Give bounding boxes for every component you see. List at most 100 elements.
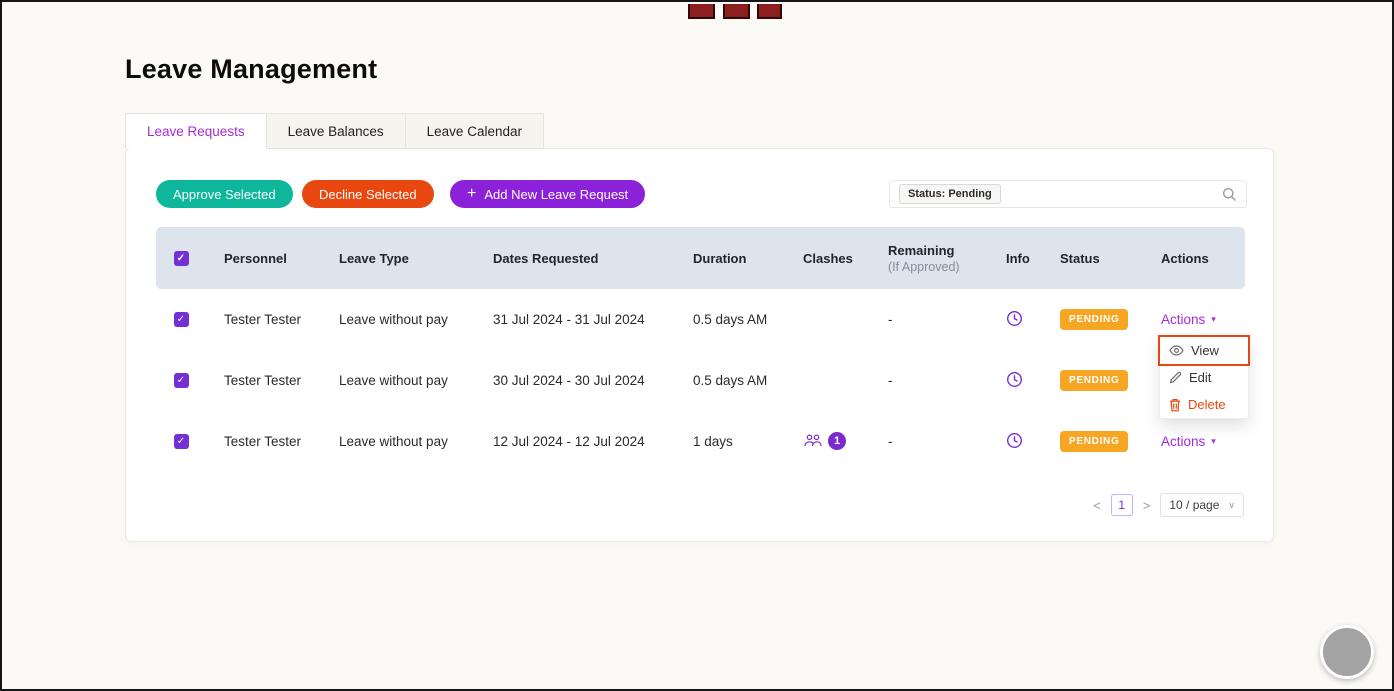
tab-leave-requests[interactable]: Leave Requests — [125, 113, 267, 149]
cell-dates: 12 Jul 2024 - 12 Jul 2024 — [475, 411, 675, 472]
info-clock-button[interactable] — [1006, 310, 1023, 327]
cell-actions: Actions ▾ — [1143, 411, 1245, 472]
menu-item-label: View — [1191, 343, 1219, 358]
decline-selected-button[interactable]: Decline Selected — [302, 180, 434, 208]
cell-status: PENDING — [1042, 350, 1143, 411]
col-header-select: ✓ — [156, 227, 206, 289]
app-window: Leave Management Leave Requests Leave Ba… — [0, 0, 1394, 691]
table-header-row: ✓ Personnel Leave Type Dates Requested D… — [156, 227, 1245, 289]
table-row: ✓ Tester Tester Leave without pay 30 Jul… — [156, 350, 1245, 411]
col-header-personnel: Personnel — [206, 227, 321, 289]
check-icon: ✓ — [177, 315, 185, 325]
chat-widget-button[interactable] — [1320, 625, 1374, 679]
browser-artifact — [757, 4, 782, 19]
status-badge: PENDING — [1060, 309, 1128, 330]
browser-artifact — [688, 4, 715, 19]
col-header-clashes: Clashes — [785, 227, 870, 289]
pagination-next[interactable]: > — [1143, 498, 1151, 513]
cell-duration: 0.5 days AM — [675, 289, 785, 350]
menu-item-delete[interactable]: Delete — [1160, 391, 1248, 418]
row-checkbox[interactable]: ✓ — [174, 373, 189, 388]
leave-requests-panel: Approve Selected Decline Selected + Add … — [125, 148, 1274, 542]
trash-icon — [1169, 398, 1181, 412]
menu-item-edit[interactable]: Edit — [1160, 364, 1248, 391]
clash-indicator[interactable]: 1 — [803, 432, 846, 450]
cell-personnel: Tester Tester — [206, 350, 321, 411]
approve-selected-button[interactable]: Approve Selected — [156, 180, 293, 208]
status-filter-chip[interactable]: Status: Pending — [899, 184, 1001, 204]
info-clock-button[interactable] — [1006, 432, 1023, 449]
cell-info — [988, 411, 1042, 472]
col-header-info: Info — [988, 227, 1042, 289]
info-clock-button[interactable] — [1006, 371, 1023, 388]
cell-info — [988, 289, 1042, 350]
col-header-status: Status — [1042, 227, 1143, 289]
cell-dates: 31 Jul 2024 - 31 Jul 2024 — [475, 289, 675, 350]
eye-icon — [1169, 345, 1184, 356]
leave-requests-table: ✓ Personnel Leave Type Dates Requested D… — [156, 227, 1245, 472]
col-header-leave-type: Leave Type — [321, 227, 475, 289]
pagination-prev[interactable]: < — [1093, 498, 1101, 513]
actions-dropdown-trigger[interactable]: Actions ▾ — [1161, 434, 1216, 449]
cell-clashes: 1 — [785, 411, 870, 472]
menu-item-view[interactable]: View — [1160, 337, 1248, 364]
page-title: Leave Management — [125, 54, 377, 85]
tab-leave-calendar[interactable]: Leave Calendar — [406, 113, 544, 149]
col-header-remaining: Remaining (If Approved) — [870, 227, 988, 289]
row-checkbox[interactable]: ✓ — [174, 434, 189, 449]
actions-dropdown-trigger[interactable]: Actions ▾ — [1161, 312, 1216, 327]
col-header-duration: Duration — [675, 227, 785, 289]
remaining-header-line1: Remaining — [888, 243, 988, 258]
clock-icon — [1006, 432, 1023, 449]
cell-select: ✓ — [156, 289, 206, 350]
row-checkbox[interactable]: ✓ — [174, 312, 189, 327]
people-icon — [803, 433, 823, 448]
menu-item-label: Delete — [1188, 397, 1226, 412]
cell-remaining: - — [870, 411, 988, 472]
search-input[interactable]: Status: Pending — [889, 180, 1247, 208]
tab-leave-balances[interactable]: Leave Balances — [267, 113, 406, 149]
page-size-select[interactable]: 10 / page ∨ — [1160, 493, 1244, 517]
chevron-down-icon: ∨ — [1228, 500, 1235, 511]
cell-status: PENDING — [1042, 289, 1143, 350]
add-button-label: Add New Leave Request — [484, 187, 628, 202]
cell-info — [988, 350, 1042, 411]
pagination-page-1[interactable]: 1 — [1111, 494, 1133, 516]
pagination: < 1 > 10 / page ∨ — [1093, 493, 1244, 517]
cell-personnel: Tester Tester — [206, 289, 321, 350]
cell-dates: 30 Jul 2024 - 30 Jul 2024 — [475, 350, 675, 411]
status-badge: PENDING — [1060, 431, 1128, 452]
search-icon — [1222, 187, 1237, 202]
cell-leave-type: Leave without pay — [321, 289, 475, 350]
cell-leave-type: Leave without pay — [321, 350, 475, 411]
clock-icon — [1006, 310, 1023, 327]
actions-label: Actions — [1161, 312, 1205, 327]
tab-bar: Leave Requests Leave Balances Leave Cale… — [125, 113, 544, 149]
check-icon: ✓ — [177, 437, 185, 447]
clash-count-badge: 1 — [828, 432, 846, 450]
cell-leave-type: Leave without pay — [321, 411, 475, 472]
check-icon: ✓ — [177, 376, 185, 386]
select-all-checkbox[interactable]: ✓ — [174, 251, 189, 266]
plus-icon: + — [467, 186, 476, 202]
browser-artifact — [723, 4, 750, 19]
pencil-icon — [1169, 371, 1182, 384]
chevron-down-icon: ▾ — [1211, 314, 1216, 325]
remaining-header-line2: (If Approved) — [888, 260, 988, 274]
actions-label: Actions — [1161, 434, 1205, 449]
cell-select: ✓ — [156, 350, 206, 411]
cell-remaining: - — [870, 289, 988, 350]
cell-duration: 0.5 days AM — [675, 350, 785, 411]
chevron-down-icon: ▾ — [1211, 436, 1216, 447]
col-header-actions: Actions — [1143, 227, 1245, 289]
table-row: ✓ Tester Tester Leave without pay 31 Jul… — [156, 289, 1245, 350]
check-icon: ✓ — [177, 254, 185, 264]
cell-duration: 1 days — [675, 411, 785, 472]
add-new-leave-request-button[interactable]: + Add New Leave Request — [450, 180, 645, 208]
actions-dropdown-menu: View Edit Delete — [1159, 336, 1249, 419]
status-badge: PENDING — [1060, 370, 1128, 391]
cell-select: ✓ — [156, 411, 206, 472]
cell-personnel: Tester Tester — [206, 411, 321, 472]
table-row: ✓ Tester Tester Leave without pay 12 Jul… — [156, 411, 1245, 472]
page-size-value: 10 / page — [1169, 498, 1219, 512]
